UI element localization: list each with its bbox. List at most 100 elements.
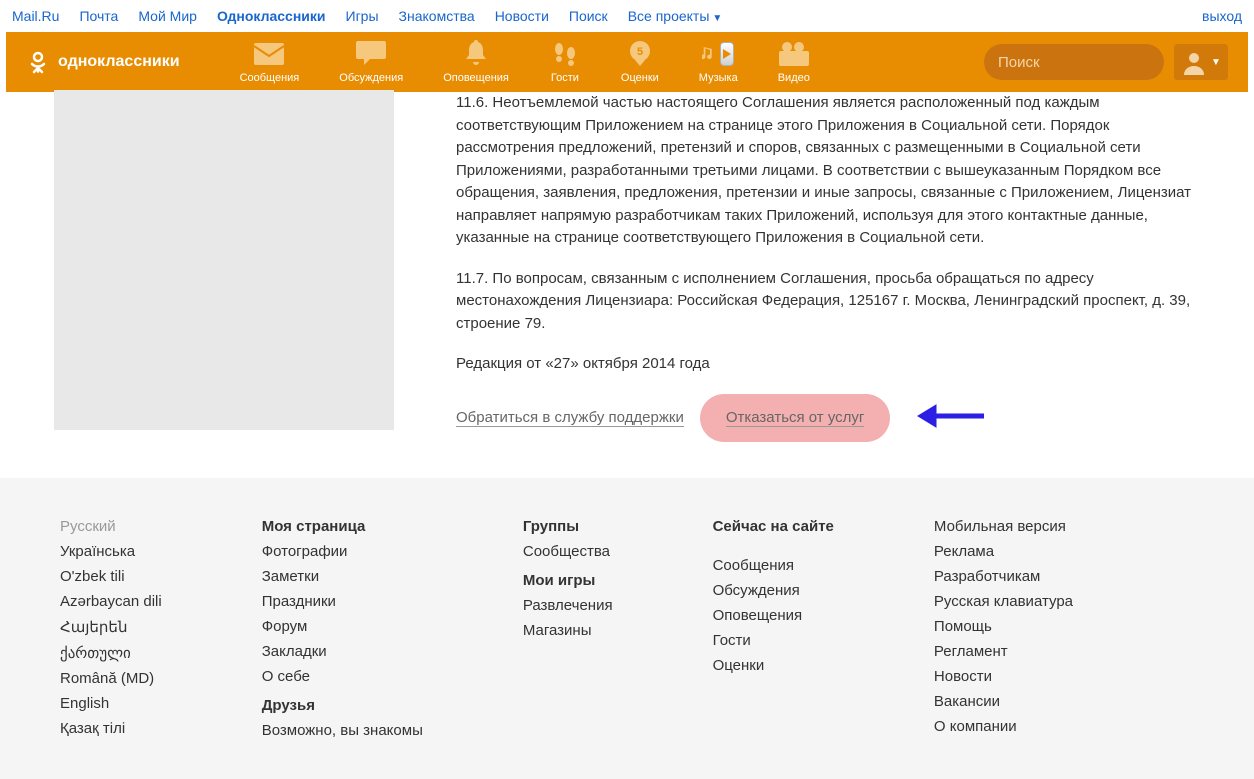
bell-icon xyxy=(460,40,492,68)
lang-russian[interactable]: Русский xyxy=(60,518,162,535)
footer-link[interactable]: Форум xyxy=(262,618,423,635)
nav-notifications[interactable]: Оповещения xyxy=(443,40,509,84)
nav-label: Музыка xyxy=(699,72,738,84)
nav-video[interactable]: Видео xyxy=(778,40,810,84)
logo[interactable]: одноклассники xyxy=(26,50,180,74)
footer-link[interactable]: Развлечения xyxy=(523,597,613,614)
footer-link[interactable]: Вакансии xyxy=(934,693,1073,710)
lang-kazakh[interactable]: Қазақ тілі xyxy=(60,720,162,737)
nav-ratings[interactable]: 5 Оценки xyxy=(621,40,659,84)
nav-label: Сообщения xyxy=(240,72,300,84)
topbar-link-search[interactable]: Поиск xyxy=(569,8,608,24)
footer-link[interactable]: Новости xyxy=(934,668,1073,685)
lang-ukrainian[interactable]: Українська xyxy=(60,543,162,560)
content: 11.6. Неотъемлемой частью настоящего Сог… xyxy=(426,92,1248,442)
lang-armenian[interactable]: Հայերեն xyxy=(60,618,162,636)
speech-bubble-icon xyxy=(355,40,387,68)
topbar-link-mymir[interactable]: Мой Мир xyxy=(138,8,197,24)
topbar-link-dating[interactable]: Знакомства xyxy=(399,8,475,24)
agreement-revision-date: Редакция от «27» октября 2014 года xyxy=(456,353,1208,376)
footer-link[interactable]: Сообщества xyxy=(523,543,613,560)
avatar-icon xyxy=(1181,49,1207,75)
lang-english[interactable]: English xyxy=(60,695,162,712)
video-icon xyxy=(778,40,810,68)
avatar-menu[interactable]: ▼ xyxy=(1174,44,1228,80)
footer-heading: Мои игры xyxy=(523,572,613,589)
footer-link[interactable]: Возможно, вы знакомы xyxy=(262,722,423,739)
footer-link[interactable]: Фотографии xyxy=(262,543,423,560)
agreement-para-11-6: 11.6. Неотъемлемой частью настоящего Сог… xyxy=(456,92,1208,250)
footer-heading: Моя страница xyxy=(262,518,423,535)
ok-logo-icon xyxy=(26,50,50,74)
play-icon xyxy=(720,42,735,66)
topbar-link-games[interactable]: Игры xyxy=(346,8,379,24)
nav-label: Оповещения xyxy=(443,72,509,84)
header: одноклассники Сообщения Обсуждения Опове… xyxy=(6,32,1248,92)
footer-link[interactable]: Сообщения xyxy=(713,557,834,574)
footer-link[interactable]: О себе xyxy=(262,668,423,685)
footer-heading: Сейчас на сайте xyxy=(713,518,834,535)
footer-link[interactable]: Праздники xyxy=(262,593,423,610)
nav-music[interactable]: Музыка xyxy=(699,40,738,84)
support-link[interactable]: Обратиться в службу поддержки xyxy=(456,409,684,427)
topbar-links: Mail.Ru Почта Мой Мир Одноклассники Игры… xyxy=(12,8,722,24)
nav-label: Обсуждения xyxy=(339,72,403,84)
chevron-down-icon: ▼ xyxy=(1211,57,1221,68)
footer-col-mypage: Моя страница Фотографии Заметки Праздник… xyxy=(262,518,423,739)
refuse-highlight: Отказаться от услуг xyxy=(700,394,891,442)
footer-link[interactable]: Гости xyxy=(713,632,834,649)
footer-link[interactable]: Закладки xyxy=(262,643,423,660)
lang-uzbek[interactable]: O'zbek tili xyxy=(60,568,162,585)
search-box[interactable] xyxy=(984,44,1164,80)
logout-link[interactable]: выход xyxy=(1202,8,1242,24)
placeholder-block xyxy=(54,90,394,430)
footer-link[interactable]: О компании xyxy=(934,718,1073,735)
lang-romanian[interactable]: Română (MD) xyxy=(60,670,162,687)
logo-text: одноклассники xyxy=(58,53,180,71)
refuse-link[interactable]: Отказаться от услуг xyxy=(726,409,865,427)
music-icon xyxy=(702,40,734,68)
sidebar-left xyxy=(6,90,426,442)
topbar-link-ok[interactable]: Одноклассники xyxy=(217,8,326,24)
nav-label: Гости xyxy=(551,72,579,84)
footer-link[interactable]: Помощь xyxy=(934,618,1073,635)
topbar-right: выход xyxy=(1202,8,1242,24)
main: 11.6. Неотъемлемой частью настоящего Сог… xyxy=(6,92,1248,442)
footer-link[interactable]: Русская клавиатура xyxy=(934,593,1073,610)
footer-col-languages: Русский Українська O'zbek tili Azərbayca… xyxy=(60,518,162,739)
nav-label: Видео xyxy=(778,72,810,84)
footer-link[interactable]: Оценки xyxy=(713,657,834,674)
footer-link[interactable]: Обсуждения xyxy=(713,582,834,599)
lang-azerbaijani[interactable]: Azərbaycan dili xyxy=(60,593,162,610)
footer-link[interactable]: Разработчикам xyxy=(934,568,1073,585)
footer: Русский Українська O'zbek tili Azərbayca… xyxy=(0,478,1254,779)
nav-label: Оценки xyxy=(621,72,659,84)
footer-link[interactable]: Магазины xyxy=(523,622,613,639)
agreement-para-11-7: 11.7. По вопросам, связанным с исполнени… xyxy=(456,268,1208,336)
header-right: ▼ xyxy=(984,44,1228,80)
topbar: Mail.Ru Почта Мой Мир Одноклассники Игры… xyxy=(0,0,1254,32)
envelope-icon xyxy=(253,40,285,68)
chevron-down-icon: ▼ xyxy=(712,13,722,24)
nav-guests[interactable]: Гости xyxy=(549,40,581,84)
topbar-link-news[interactable]: Новости xyxy=(495,8,549,24)
search-input[interactable] xyxy=(998,54,1197,71)
footer-col-groups: Группы Сообщества Мои игры Развлечения М… xyxy=(523,518,613,739)
footer-col-about: Мобильная версия Реклама Разработчикам Р… xyxy=(934,518,1073,739)
footer-link[interactable]: Оповещения xyxy=(713,607,834,624)
footer-col-now-online: Сейчас на сайте Сообщения Обсуждения Опо… xyxy=(713,518,834,739)
nav-messages[interactable]: Сообщения xyxy=(240,40,300,84)
footer-link[interactable]: Реклама xyxy=(934,543,1073,560)
action-links: Обратиться в службу поддержки Отказаться… xyxy=(456,394,1208,442)
svg-text:5: 5 xyxy=(637,46,643,58)
lang-georgian[interactable]: ქართული xyxy=(60,644,162,662)
topbar-link-allprojects[interactable]: Все проекты▼ xyxy=(628,8,723,24)
footer-link[interactable]: Регламент xyxy=(934,643,1073,660)
topbar-link-mail[interactable]: Почта xyxy=(79,8,118,24)
nav-discussions[interactable]: Обсуждения xyxy=(339,40,403,84)
nav-icons: Сообщения Обсуждения Оповещения Гости 5 … xyxy=(240,40,810,84)
topbar-link-mailru[interactable]: Mail.Ru xyxy=(12,8,59,24)
footer-link[interactable]: Заметки xyxy=(262,568,423,585)
footer-link[interactable]: Мобильная версия xyxy=(934,518,1073,535)
footer-heading: Друзья xyxy=(262,697,423,714)
